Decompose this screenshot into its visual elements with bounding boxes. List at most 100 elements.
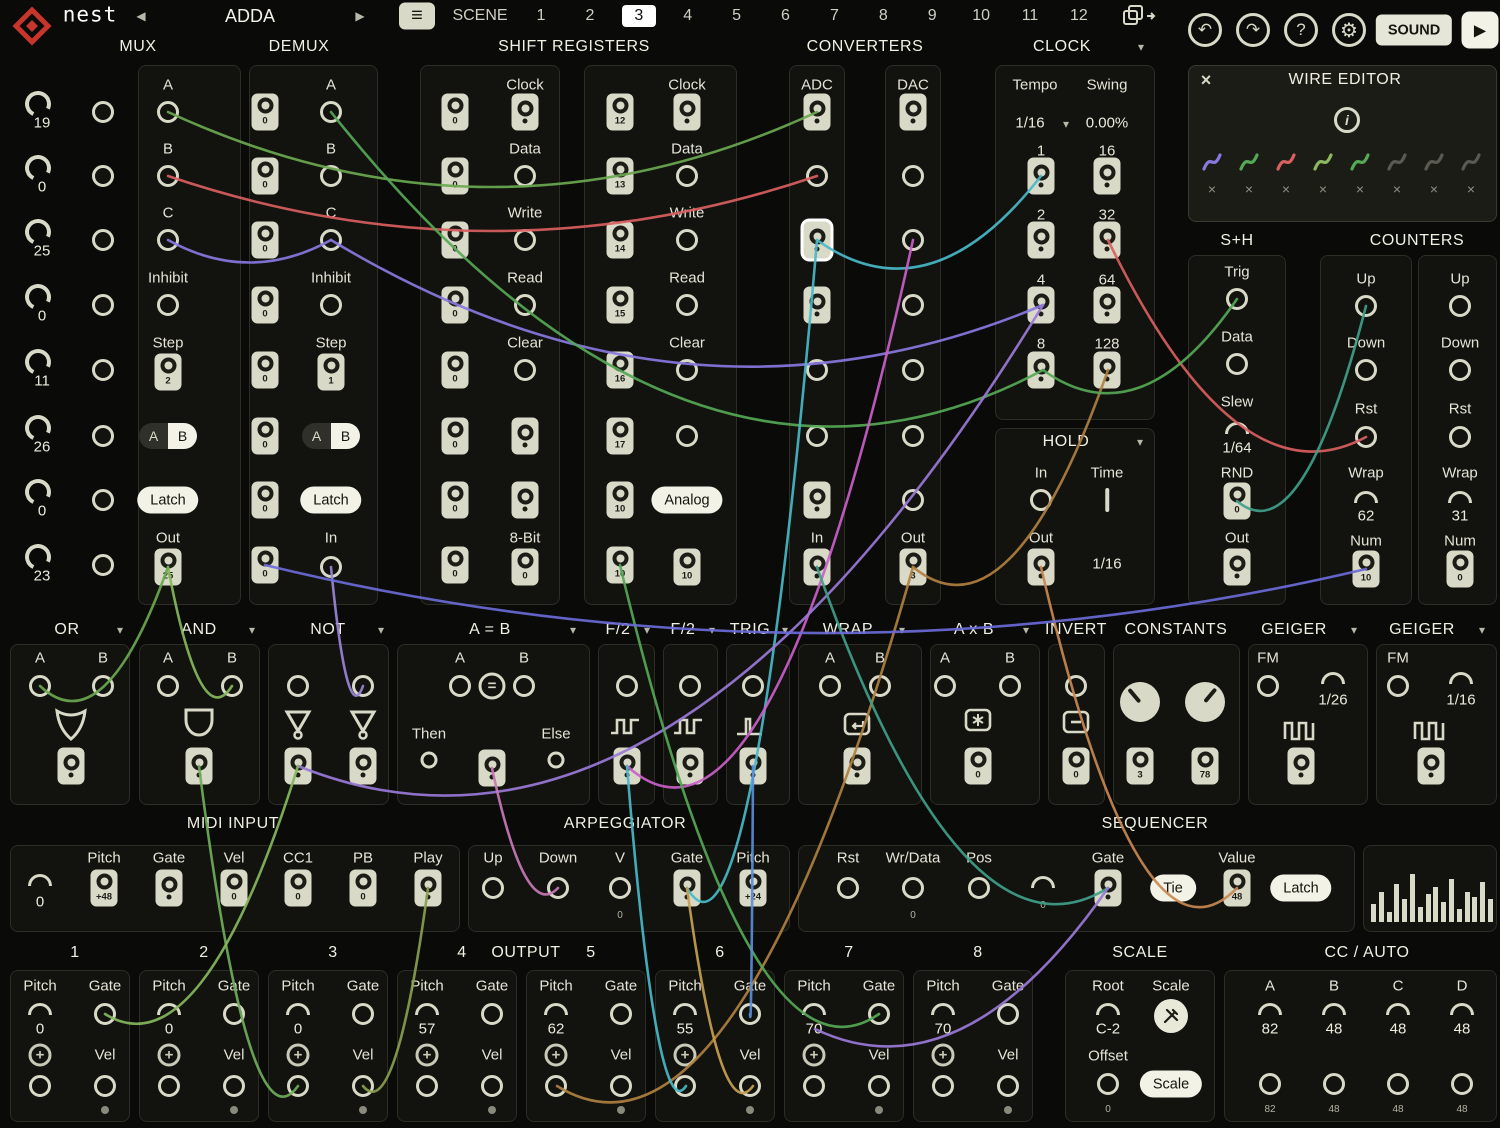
geiger-1-rate-dial[interactable]: [1321, 672, 1345, 684]
sr1-bit-jack[interactable]: 0: [442, 547, 469, 584]
output-8-pitch-port[interactable]: [932, 1075, 954, 1097]
geiger-1-dropdown-icon[interactable]: ▾: [1351, 624, 1357, 636]
scale-root-dial[interactable]: [1096, 1003, 1120, 1015]
f2-a-port[interactable]: [616, 675, 638, 697]
output-1-octave-plus-icon[interactable]: +: [29, 1044, 52, 1067]
clock-dropdown-icon[interactable]: ▾: [1138, 41, 1144, 53]
scene-button-11[interactable]: 11: [1013, 5, 1047, 27]
not-1-out-jack[interactable]: [285, 748, 312, 785]
sh-out-jack[interactable]: [1224, 549, 1251, 586]
sequencer-step-bar[interactable]: [1410, 874, 1415, 922]
scene-button-5[interactable]: 5: [720, 5, 754, 27]
seq-rst-port[interactable]: [837, 877, 859, 899]
output-5-pitch-port[interactable]: [545, 1075, 567, 1097]
a-eq-b-dropdown-icon[interactable]: ▾: [570, 624, 576, 636]
not-2-out-jack[interactable]: [350, 748, 377, 785]
clock-division-jack-1[interactable]: [1028, 158, 1055, 195]
dac-out-jack[interactable]: 3: [900, 549, 927, 586]
output-2-vel-port[interactable]: [223, 1075, 245, 1097]
sr2-out-jack[interactable]: 10: [674, 549, 701, 586]
output-1-pitch-port[interactable]: [29, 1075, 51, 1097]
sr2-bit-jack[interactable]: 14: [607, 222, 634, 259]
output-3-pitch-port[interactable]: [287, 1075, 309, 1097]
sr1-aux-jack[interactable]: [512, 482, 539, 519]
demux-in-port[interactable]: [320, 556, 342, 578]
hold-time-value[interactable]: 1/16: [1092, 557, 1121, 572]
adc-bit-port[interactable]: [806, 165, 828, 187]
geiger-2-dropdown-icon[interactable]: ▾: [1479, 624, 1485, 636]
sh-rnd-jack[interactable]: 0: [1224, 483, 1251, 520]
output-3-vel-port[interactable]: [352, 1075, 374, 1097]
mux-input-knob[interactable]: [25, 544, 51, 570]
mux-input-port[interactable]: [92, 489, 114, 511]
sequencer-step-bar[interactable]: [1480, 882, 1485, 922]
sequencer-step-bar[interactable]: [1488, 899, 1493, 922]
mux-input-knob[interactable]: [25, 349, 51, 375]
scale-tools-button[interactable]: [1154, 999, 1188, 1033]
wire-editor-close-icon[interactable]: ×: [1201, 71, 1212, 89]
sr1-bit-jack[interactable]: 0: [442, 352, 469, 389]
mux-input-port[interactable]: [92, 229, 114, 251]
not-dropdown-icon[interactable]: ▾: [378, 624, 384, 636]
output-5-gate-port[interactable]: [610, 1003, 632, 1025]
a-eq-b-b-port[interactable]: [513, 675, 535, 697]
scene-button-7[interactable]: 7: [817, 5, 851, 27]
mux-input-port[interactable]: [92, 165, 114, 187]
not-1-port[interactable]: [287, 675, 309, 697]
dac-bit-port[interactable]: [902, 489, 924, 511]
scene-button-12[interactable]: 12: [1062, 5, 1096, 27]
output-6-gate-port[interactable]: [739, 1003, 761, 1025]
patch-next-icon[interactable]: ▶: [355, 10, 364, 22]
wire-color-swatch[interactable]: [1237, 150, 1261, 174]
hold-time-slider[interactable]: [1105, 488, 1109, 512]
clock-division-jack-32[interactable]: [1094, 222, 1121, 259]
clock-division-jack-64[interactable]: [1094, 287, 1121, 324]
f2-b-out-jack[interactable]: [677, 748, 704, 785]
or-out-jack[interactable]: [58, 748, 85, 785]
sr1-bit-jack[interactable]: 0: [442, 418, 469, 455]
mux-input-port[interactable]: [92, 425, 114, 447]
output-5-vel-port[interactable]: [610, 1075, 632, 1097]
and-a-port[interactable]: [157, 675, 179, 697]
output-1-pitch-dial[interactable]: [28, 1003, 52, 1015]
wire-swatch-remove-icon[interactable]: ×: [1356, 182, 1364, 196]
output-6-vel-port[interactable]: [739, 1075, 761, 1097]
cc-D-port[interactable]: [1451, 1073, 1473, 1095]
hold-in-port[interactable]: [1030, 489, 1052, 511]
not-2-port[interactable]: [352, 675, 374, 697]
sound-button[interactable]: SOUND: [1376, 15, 1452, 46]
sh-data-port[interactable]: [1226, 353, 1248, 375]
constant-2-out-jack[interactable]: 78: [1192, 748, 1219, 785]
trig-out-jack[interactable]: [740, 748, 767, 785]
or-dropdown-icon[interactable]: ▾: [117, 624, 123, 636]
a-x-b-a-port[interactable]: [934, 675, 956, 697]
wire-color-swatch[interactable]: [1459, 150, 1483, 174]
output-4-gate-port[interactable]: [481, 1003, 503, 1025]
output-6-pitch-port[interactable]: [674, 1075, 696, 1097]
scene-button-4[interactable]: 4: [671, 5, 705, 27]
scale-button[interactable]: Scale: [1140, 1071, 1202, 1098]
wire-swatch-remove-icon[interactable]: ×: [1282, 182, 1290, 196]
mux-c-port[interactable]: [157, 229, 179, 251]
sequencer-step-bar[interactable]: [1426, 894, 1431, 922]
scene-button-3[interactable]: 3: [622, 5, 656, 27]
seq-gate-jack[interactable]: [1095, 870, 1122, 907]
sr1-data-port[interactable]: [514, 165, 536, 187]
a-x-b-b-port[interactable]: [999, 675, 1021, 697]
output-4-pitch-dial[interactable]: [415, 1003, 439, 1015]
output-8-octave-plus-icon[interactable]: +: [932, 1044, 955, 1067]
settings-button[interactable]: ⚙: [1332, 13, 1366, 47]
sr1-bit-jack[interactable]: 0: [442, 287, 469, 324]
seq-pos-port[interactable]: [968, 877, 990, 899]
demux-b-port[interactable]: [320, 165, 342, 187]
demux-ab-switch[interactable]: AB: [302, 423, 360, 449]
mux-input-knob[interactable]: [25, 155, 51, 181]
geiger-2-fm-port[interactable]: [1387, 675, 1409, 697]
demux-output-jack[interactable]: 0: [252, 547, 279, 584]
output-3-gate-port[interactable]: [352, 1003, 374, 1025]
cc-C-port[interactable]: [1387, 1073, 1409, 1095]
midi-pitch-jack[interactable]: +48: [91, 870, 118, 907]
trig-dropdown-icon[interactable]: ▾: [782, 624, 788, 636]
counter-2-up-port[interactable]: [1449, 295, 1471, 317]
clock-division-jack-16[interactable]: [1094, 158, 1121, 195]
